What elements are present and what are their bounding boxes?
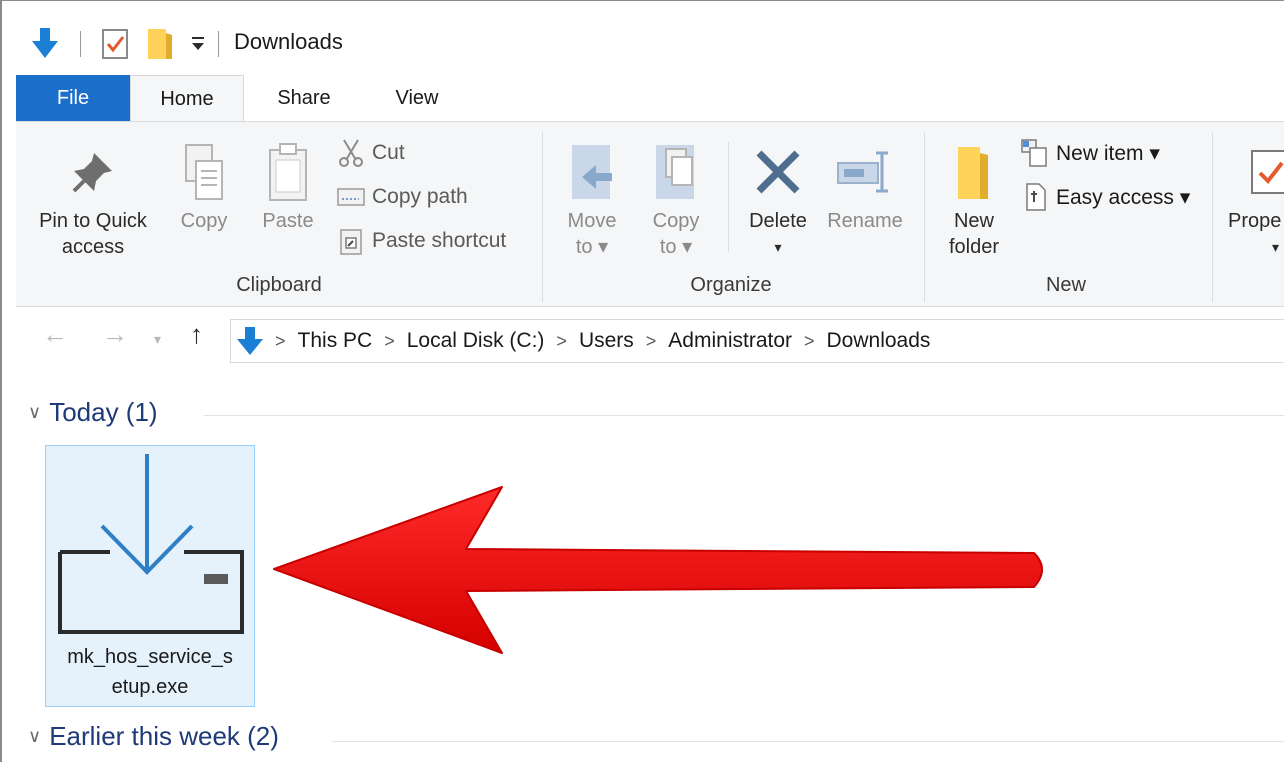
file-item-setup-exe[interactable]: mk_hos_service_s etup.exe — [45, 445, 255, 707]
collapse-chevron-icon: ∨ — [28, 726, 42, 746]
copy-label: Copy — [180, 210, 228, 232]
group-divider — [332, 741, 1284, 742]
breadcrumb-downloads[interactable]: Downloads — [827, 329, 931, 353]
paste-button[interactable]: Paste — [250, 142, 326, 234]
copy-icon — [166, 142, 242, 202]
rename-label: Rename — [827, 210, 903, 232]
downloads-arrow-icon — [32, 23, 58, 63]
pin-label-2: access — [61, 236, 125, 258]
up-arrow-icon[interactable]: ↑ — [190, 319, 203, 350]
breadcrumb-separator[interactable]: > — [384, 331, 395, 352]
cut-button[interactable]: Cut — [336, 136, 405, 170]
copy-to-label-1: Copy — [652, 210, 700, 232]
breadcrumb-administrator[interactable]: Administrator — [668, 329, 792, 353]
tab-share[interactable]: Share — [254, 75, 354, 121]
easy-access-label: Easy access ▾ — [1056, 185, 1191, 209]
copy-to-label-2: to ▾ — [659, 236, 693, 258]
breadcrumb-separator[interactable]: > — [556, 331, 567, 352]
copy-button[interactable]: Copy — [166, 142, 242, 234]
group-divider — [204, 415, 1284, 416]
properties-button[interactable]: Prope ▾ — [1222, 142, 1284, 260]
pin-to-quick-access-button[interactable]: Pin to Quick access — [28, 142, 158, 260]
window-title: Downloads — [234, 29, 343, 54]
downloads-location-icon — [237, 325, 263, 357]
file-name: mk_hos_service_s etup.exe — [46, 642, 254, 702]
red-annotation-arrow — [264, 479, 1064, 668]
scissors-icon — [336, 138, 366, 168]
copy-to-button[interactable]: Copy to ▾ — [638, 142, 714, 260]
paste-shortcut-button[interactable]: Paste shortcut — [336, 224, 506, 258]
customize-qa-dropdown-icon[interactable] — [190, 23, 206, 63]
paste-shortcut-label: Paste shortcut — [372, 229, 507, 252]
tab-view[interactable]: View — [367, 75, 467, 121]
tab-file[interactable]: File — [16, 75, 130, 121]
delete-button[interactable]: Delete ▾ — [738, 142, 818, 260]
new-folder-label-1: New — [953, 210, 994, 232]
breadcrumb-separator[interactable]: > — [804, 331, 815, 352]
new-folder-button[interactable]: New folder — [932, 142, 1016, 260]
new-item-label: New item ▾ — [1056, 141, 1160, 165]
new-folder-icon — [932, 142, 1016, 202]
new-item-button[interactable]: New item ▾ — [1020, 136, 1160, 170]
breadcrumb-separator[interactable]: > — [646, 331, 657, 352]
new-folder-qa-icon[interactable] — [146, 23, 174, 63]
collapse-chevron-icon: ∨ — [28, 402, 42, 422]
clipboard-group-label: Clipboard — [236, 274, 322, 296]
new-item-icon — [1020, 138, 1050, 168]
breadcrumb-this-pc[interactable]: This PC — [298, 329, 373, 353]
move-to-label-2: to ▾ — [575, 236, 609, 258]
tab-home[interactable]: Home — [130, 75, 244, 123]
paste-icon — [250, 142, 326, 202]
easy-access-button[interactable]: Easy access ▾ — [1020, 180, 1190, 214]
easy-access-icon — [1020, 182, 1050, 212]
copy-to-icon — [638, 142, 714, 202]
group-header-earlier-this-week[interactable]: ∨ Earlier this week (2) — [28, 721, 279, 752]
title-bar: Downloads — [2, 1, 1284, 75]
file-name-line-1: mk_hos_service_s — [67, 646, 233, 668]
properties-dropdown-arrow[interactable]: ▾ — [1222, 234, 1284, 260]
move-to-icon — [554, 142, 630, 202]
breadcrumb-local-disk[interactable]: Local Disk (C:) — [407, 329, 545, 353]
move-to-button[interactable]: Move to ▾ — [554, 142, 630, 260]
file-name-line-2: etup.exe — [111, 676, 189, 698]
new-folder-label-2: folder — [948, 236, 1000, 258]
group-header-today[interactable]: ∨ Today (1) — [28, 397, 158, 428]
ribbon: Pin to Quick access Copy Paste Cut Copy … — [16, 121, 1284, 307]
cut-label: Cut — [372, 141, 405, 164]
pin-label-1: Pin to Quick — [39, 210, 147, 232]
move-to-label-1: Move — [567, 210, 617, 232]
delete-x-icon — [738, 142, 818, 202]
paste-shortcut-icon — [336, 226, 366, 256]
download-installer-icon — [56, 452, 246, 641]
rename-icon — [822, 142, 908, 202]
new-group-label: New — [1045, 274, 1086, 296]
properties-label: Prope — [1228, 210, 1282, 232]
delete-dropdown-arrow[interactable]: ▾ — [738, 234, 818, 260]
copy-path-button[interactable]: Copy path — [336, 180, 468, 214]
group-title-earlier: Earlier this week (2) — [49, 721, 279, 751]
rename-button[interactable]: Rename — [822, 142, 908, 234]
recent-locations-chevron-icon[interactable]: ▾ — [154, 331, 161, 348]
copy-path-label: Copy path — [372, 185, 468, 208]
ribbon-tabs: File Home Share View — [2, 75, 1284, 123]
back-arrow-icon[interactable]: ← — [42, 319, 68, 350]
organize-group-label: Organize — [690, 274, 772, 296]
delete-label: Delete — [749, 210, 807, 232]
breadcrumb-users[interactable]: Users — [579, 329, 634, 353]
forward-arrow-icon[interactable]: → — [102, 319, 128, 350]
pin-icon — [28, 142, 158, 202]
copy-path-icon — [336, 182, 366, 212]
properties-qa-icon[interactable] — [100, 23, 130, 63]
properties-icon — [1222, 142, 1284, 202]
paste-label: Paste — [262, 210, 314, 232]
file-explorer-window: Downloads File Home Share View Pin to Qu… — [0, 0, 1284, 762]
group-title-today: Today (1) — [49, 397, 158, 427]
breadcrumb-separator[interactable]: > — [275, 331, 286, 352]
address-bar[interactable]: > This PC > Local Disk (C:) > Users > Ad… — [230, 319, 1284, 363]
